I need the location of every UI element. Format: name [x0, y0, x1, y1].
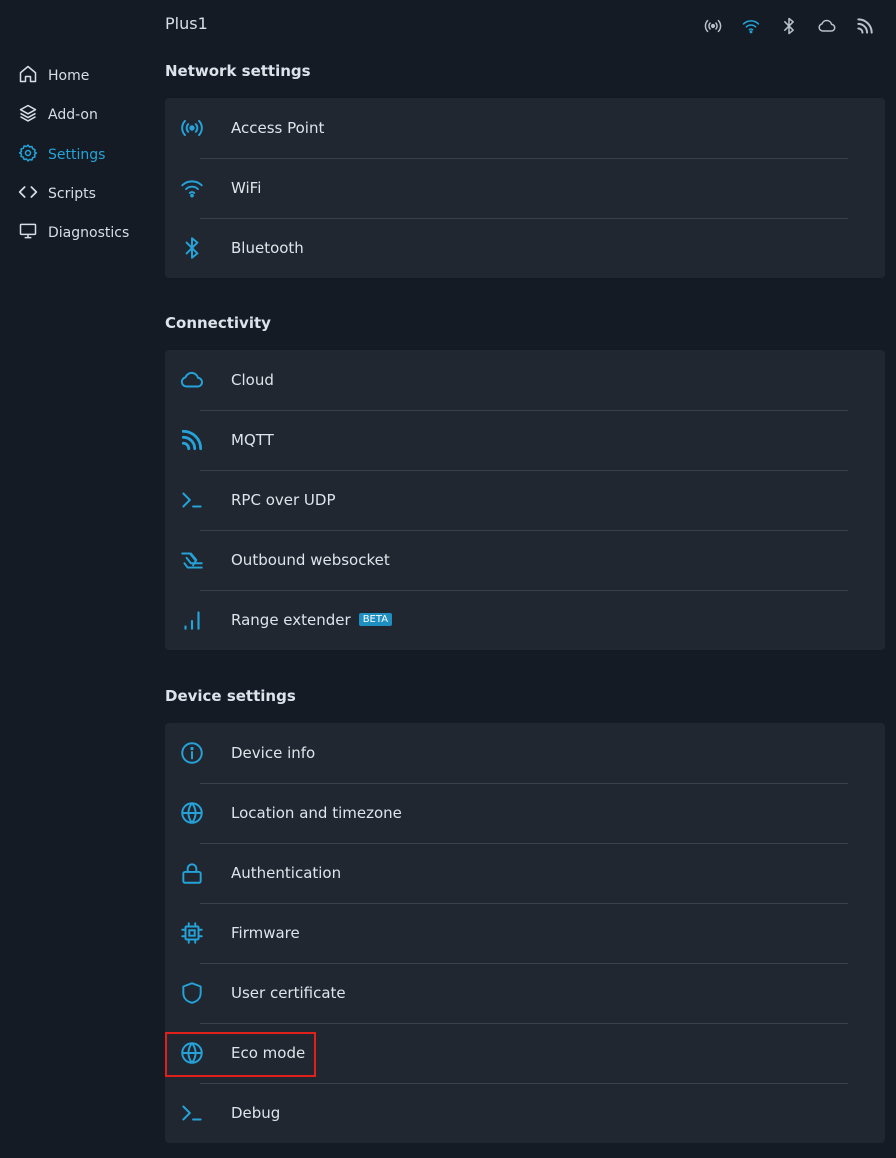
shield-icon	[179, 980, 205, 1006]
settings-item-label: Firmware	[231, 924, 300, 942]
signal-bars-icon	[179, 607, 205, 633]
bluetooth-status-icon[interactable]	[779, 16, 799, 36]
globe-icon	[179, 800, 205, 826]
wifi-icon	[179, 175, 205, 201]
settings-item-label: MQTT	[231, 431, 274, 449]
settings-item-label: Cloud	[231, 371, 274, 389]
chip-icon	[179, 920, 205, 946]
settings-item-debug[interactable]: Debug	[165, 1083, 885, 1143]
settings-item-user-certificate[interactable]: User certificate	[165, 963, 885, 1023]
sidebar-item-label: Scripts	[48, 186, 96, 202]
cloud-status-icon[interactable]	[817, 16, 837, 36]
device-name: Plus1	[165, 14, 208, 33]
access-point-status-icon[interactable]	[703, 16, 723, 36]
settings-item-label: Access Point	[231, 119, 325, 137]
settings-item-rpc-over-udp[interactable]: RPC over UDP	[165, 470, 885, 530]
sidebar-item-add-on[interactable]: Add-on	[18, 102, 98, 128]
layers-icon	[18, 103, 38, 127]
sidebar-item-label: Home	[48, 68, 90, 84]
lock-icon	[179, 860, 205, 886]
settings-item-access-point[interactable]: Access Point	[165, 98, 885, 158]
settings-item-mqtt[interactable]: MQTT	[165, 410, 885, 470]
cloud-icon	[179, 367, 205, 393]
settings-item-label: Debug	[231, 1104, 281, 1122]
section-title-device: Device settings	[165, 687, 296, 705]
settings-item-label: Location and timezone	[231, 804, 402, 822]
sidebar-item-label: Diagnostics	[48, 225, 130, 241]
sidebar-item-label: Settings	[48, 147, 106, 163]
settings-item-location-timezone[interactable]: Location and timezone	[165, 783, 885, 843]
access-point-icon	[179, 115, 205, 141]
settings-item-range-extender[interactable]: Range extender BETA	[165, 590, 885, 650]
section-title-network: Network settings	[165, 62, 311, 80]
settings-item-authentication[interactable]: Authentication	[165, 843, 885, 903]
settings-item-outbound-websocket[interactable]: Outbound websocket	[165, 530, 885, 590]
settings-item-label: Bluetooth	[231, 239, 304, 257]
status-bar	[703, 16, 875, 36]
gear-icon	[18, 143, 38, 167]
settings-item-label: Range extender BETA	[231, 611, 393, 629]
settings-item-cloud[interactable]: Cloud	[165, 350, 885, 410]
wifi-status-icon[interactable]	[741, 16, 761, 36]
globe-icon	[179, 1040, 205, 1066]
settings-item-label: RPC over UDP	[231, 491, 336, 509]
network-settings-card: Access Point WiFi Bluetooth	[165, 98, 885, 278]
settings-item-label: Outbound websocket	[231, 551, 390, 569]
settings-item-label: WiFi	[231, 179, 262, 197]
mqtt-icon	[179, 427, 205, 453]
monitor-icon	[18, 221, 38, 245]
terminal-icon	[179, 487, 205, 513]
settings-item-label: Authentication	[231, 864, 342, 882]
sidebar-item-home[interactable]: Home	[18, 63, 89, 89]
sidebar-item-diagnostics[interactable]: Diagnostics	[18, 220, 129, 246]
settings-item-eco-mode[interactable]: Eco mode	[165, 1023, 885, 1083]
mqtt-status-icon[interactable]	[855, 16, 875, 36]
home-icon	[18, 64, 38, 88]
sidebar-item-label: Add-on	[48, 107, 98, 123]
section-title-connectivity: Connectivity	[165, 314, 271, 332]
code-icon	[18, 182, 38, 206]
settings-item-wifi[interactable]: WiFi	[165, 158, 885, 218]
settings-item-label: User certificate	[231, 984, 346, 1002]
settings-item-label: Eco mode	[231, 1044, 306, 1062]
settings-item-firmware[interactable]: Firmware	[165, 903, 885, 963]
settings-item-bluetooth[interactable]: Bluetooth	[165, 218, 885, 278]
info-icon	[179, 740, 205, 766]
range-extender-label: Range extender	[231, 611, 351, 629]
beta-badge: BETA	[358, 613, 393, 626]
websocket-icon	[179, 547, 205, 573]
bluetooth-icon	[179, 235, 205, 261]
sidebar-item-scripts[interactable]: Scripts	[18, 181, 96, 207]
settings-item-device-info[interactable]: Device info	[165, 723, 885, 783]
sidebar-item-settings[interactable]: Settings	[18, 142, 105, 168]
terminal-icon	[179, 1100, 205, 1126]
settings-item-label: Device info	[231, 744, 316, 762]
connectivity-card: Cloud MQTT RPC over UDP Outbound websock…	[165, 350, 885, 650]
device-settings-card: Device info Location and timezone Authen…	[165, 723, 885, 1143]
